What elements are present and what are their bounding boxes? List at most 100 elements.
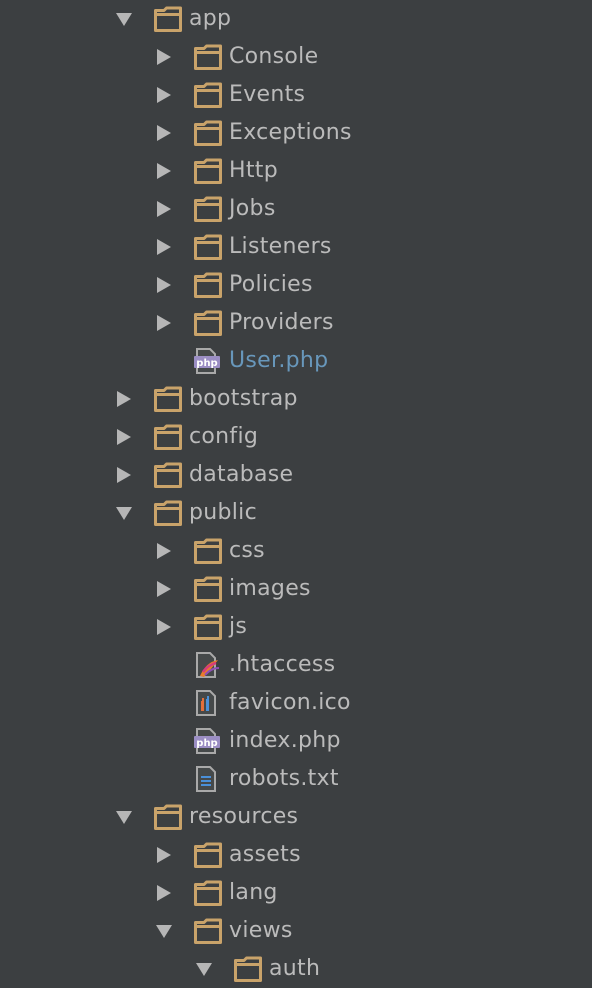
tree-folder-node[interactable]: Console bbox=[0, 38, 592, 76]
svg-text:php: php bbox=[196, 738, 217, 749]
tree-node-label: css bbox=[229, 538, 265, 563]
expand-arrow-icon[interactable] bbox=[155, 543, 173, 559]
folder-icon bbox=[194, 234, 222, 260]
folder-icon bbox=[194, 82, 222, 108]
tree-folder-node[interactable]: public bbox=[0, 494, 592, 532]
tree-node-label: robots.txt bbox=[229, 766, 339, 791]
tree-node-label: auth bbox=[269, 956, 321, 981]
tree-node-label: Listeners bbox=[229, 234, 332, 259]
folder-icon bbox=[154, 462, 182, 488]
folder-icon bbox=[154, 424, 182, 450]
folder-icon bbox=[194, 44, 222, 70]
tree-folder-node[interactable]: app bbox=[0, 0, 592, 38]
expand-arrow-icon[interactable] bbox=[155, 847, 173, 863]
tree-node-label: app bbox=[189, 6, 232, 31]
folder-icon bbox=[154, 6, 182, 32]
folder-icon bbox=[194, 918, 222, 944]
php-file-icon: php bbox=[194, 728, 222, 754]
tree-folder-node[interactable]: lang bbox=[0, 874, 592, 912]
folder-icon bbox=[154, 386, 182, 412]
tree-folder-node[interactable]: Exceptions bbox=[0, 114, 592, 152]
tree-node-label: assets bbox=[229, 842, 301, 867]
tree-folder-node[interactable]: bootstrap bbox=[0, 380, 592, 418]
tree-node-label: Jobs bbox=[229, 196, 276, 221]
tree-folder-node[interactable]: Listeners bbox=[0, 228, 592, 266]
tree-folder-node[interactable]: views bbox=[0, 912, 592, 950]
folder-icon bbox=[194, 538, 222, 564]
tree-file-node[interactable]: php User.php bbox=[0, 342, 592, 380]
tree-node-label: Exceptions bbox=[229, 120, 352, 145]
tree-node-label: database bbox=[189, 462, 294, 487]
tree-folder-node[interactable]: Http bbox=[0, 152, 592, 190]
expand-arrow-icon[interactable] bbox=[115, 391, 133, 407]
tree-node-label: views bbox=[229, 918, 293, 943]
tree-node-label: Http bbox=[229, 158, 278, 183]
tree-folder-node[interactable]: Events bbox=[0, 76, 592, 114]
folder-icon bbox=[194, 614, 222, 640]
tree-file-node[interactable]: favicon.ico bbox=[0, 684, 592, 722]
expand-arrow-icon[interactable] bbox=[155, 125, 173, 141]
tree-node-label: config bbox=[189, 424, 259, 449]
tree-node-label: bootstrap bbox=[189, 386, 298, 411]
collapse-arrow-icon[interactable] bbox=[115, 809, 133, 825]
tree-node-label: public bbox=[189, 500, 257, 525]
tree-node-label: js bbox=[229, 614, 248, 639]
folder-icon bbox=[154, 804, 182, 830]
folder-icon bbox=[154, 500, 182, 526]
tree-node-label: lang bbox=[229, 880, 278, 905]
tree-folder-node[interactable]: Providers bbox=[0, 304, 592, 342]
folder-icon bbox=[194, 120, 222, 146]
tree-file-node[interactable]: robots.txt bbox=[0, 760, 592, 798]
tree-folder-node[interactable]: database bbox=[0, 456, 592, 494]
folder-icon bbox=[194, 310, 222, 336]
collapse-arrow-icon[interactable] bbox=[115, 11, 133, 27]
image-file-icon bbox=[194, 690, 222, 716]
tree-node-label: User.php bbox=[229, 348, 329, 373]
folder-icon bbox=[194, 196, 222, 222]
collapse-arrow-icon[interactable] bbox=[115, 505, 133, 521]
expand-arrow-icon[interactable] bbox=[155, 277, 173, 293]
expand-arrow-icon[interactable] bbox=[155, 885, 173, 901]
folder-icon bbox=[194, 842, 222, 868]
tree-node-label: resources bbox=[189, 804, 299, 829]
tree-folder-node[interactable]: css bbox=[0, 532, 592, 570]
collapse-arrow-icon[interactable] bbox=[195, 961, 213, 977]
tree-file-node[interactable]: .htaccess bbox=[0, 646, 592, 684]
tree-file-node[interactable]: php index.php bbox=[0, 722, 592, 760]
php-file-icon: php bbox=[194, 348, 222, 374]
folder-icon bbox=[234, 956, 262, 982]
tree-folder-node[interactable]: resources bbox=[0, 798, 592, 836]
tree-folder-node[interactable]: config bbox=[0, 418, 592, 456]
expand-arrow-icon[interactable] bbox=[155, 619, 173, 635]
collapse-arrow-icon[interactable] bbox=[155, 923, 173, 939]
tree-node-label: favicon.ico bbox=[229, 690, 351, 715]
expand-arrow-icon[interactable] bbox=[155, 87, 173, 103]
tree-node-label: Policies bbox=[229, 272, 313, 297]
tree-folder-node[interactable]: assets bbox=[0, 836, 592, 874]
expand-arrow-icon[interactable] bbox=[155, 315, 173, 331]
tree-node-label: Providers bbox=[229, 310, 334, 335]
folder-icon bbox=[194, 880, 222, 906]
expand-arrow-icon[interactable] bbox=[115, 467, 133, 483]
tree-folder-node[interactable]: Jobs bbox=[0, 190, 592, 228]
tree-folder-node[interactable]: Policies bbox=[0, 266, 592, 304]
apache-file-icon bbox=[194, 652, 222, 678]
tree-node-label: .htaccess bbox=[229, 652, 336, 677]
expand-arrow-icon[interactable] bbox=[155, 201, 173, 217]
project-tree: app Console Events Exceptions Http Jobs Listen… bbox=[0, 0, 592, 984]
tree-node-label: index.php bbox=[229, 728, 341, 753]
expand-arrow-icon[interactable] bbox=[115, 429, 133, 445]
tree-folder-node[interactable]: images bbox=[0, 570, 592, 608]
folder-icon bbox=[194, 576, 222, 602]
expand-arrow-icon[interactable] bbox=[155, 581, 173, 597]
tree-node-label: Events bbox=[229, 82, 306, 107]
tree-folder-node[interactable]: js bbox=[0, 608, 592, 646]
folder-icon bbox=[194, 158, 222, 184]
expand-arrow-icon[interactable] bbox=[155, 163, 173, 179]
tree-folder-node[interactable]: auth bbox=[0, 950, 592, 988]
expand-arrow-icon[interactable] bbox=[155, 49, 173, 65]
text-file-icon bbox=[194, 766, 222, 792]
svg-text:php: php bbox=[196, 358, 217, 369]
tree-node-label: Console bbox=[229, 44, 319, 69]
expand-arrow-icon[interactable] bbox=[155, 239, 173, 255]
